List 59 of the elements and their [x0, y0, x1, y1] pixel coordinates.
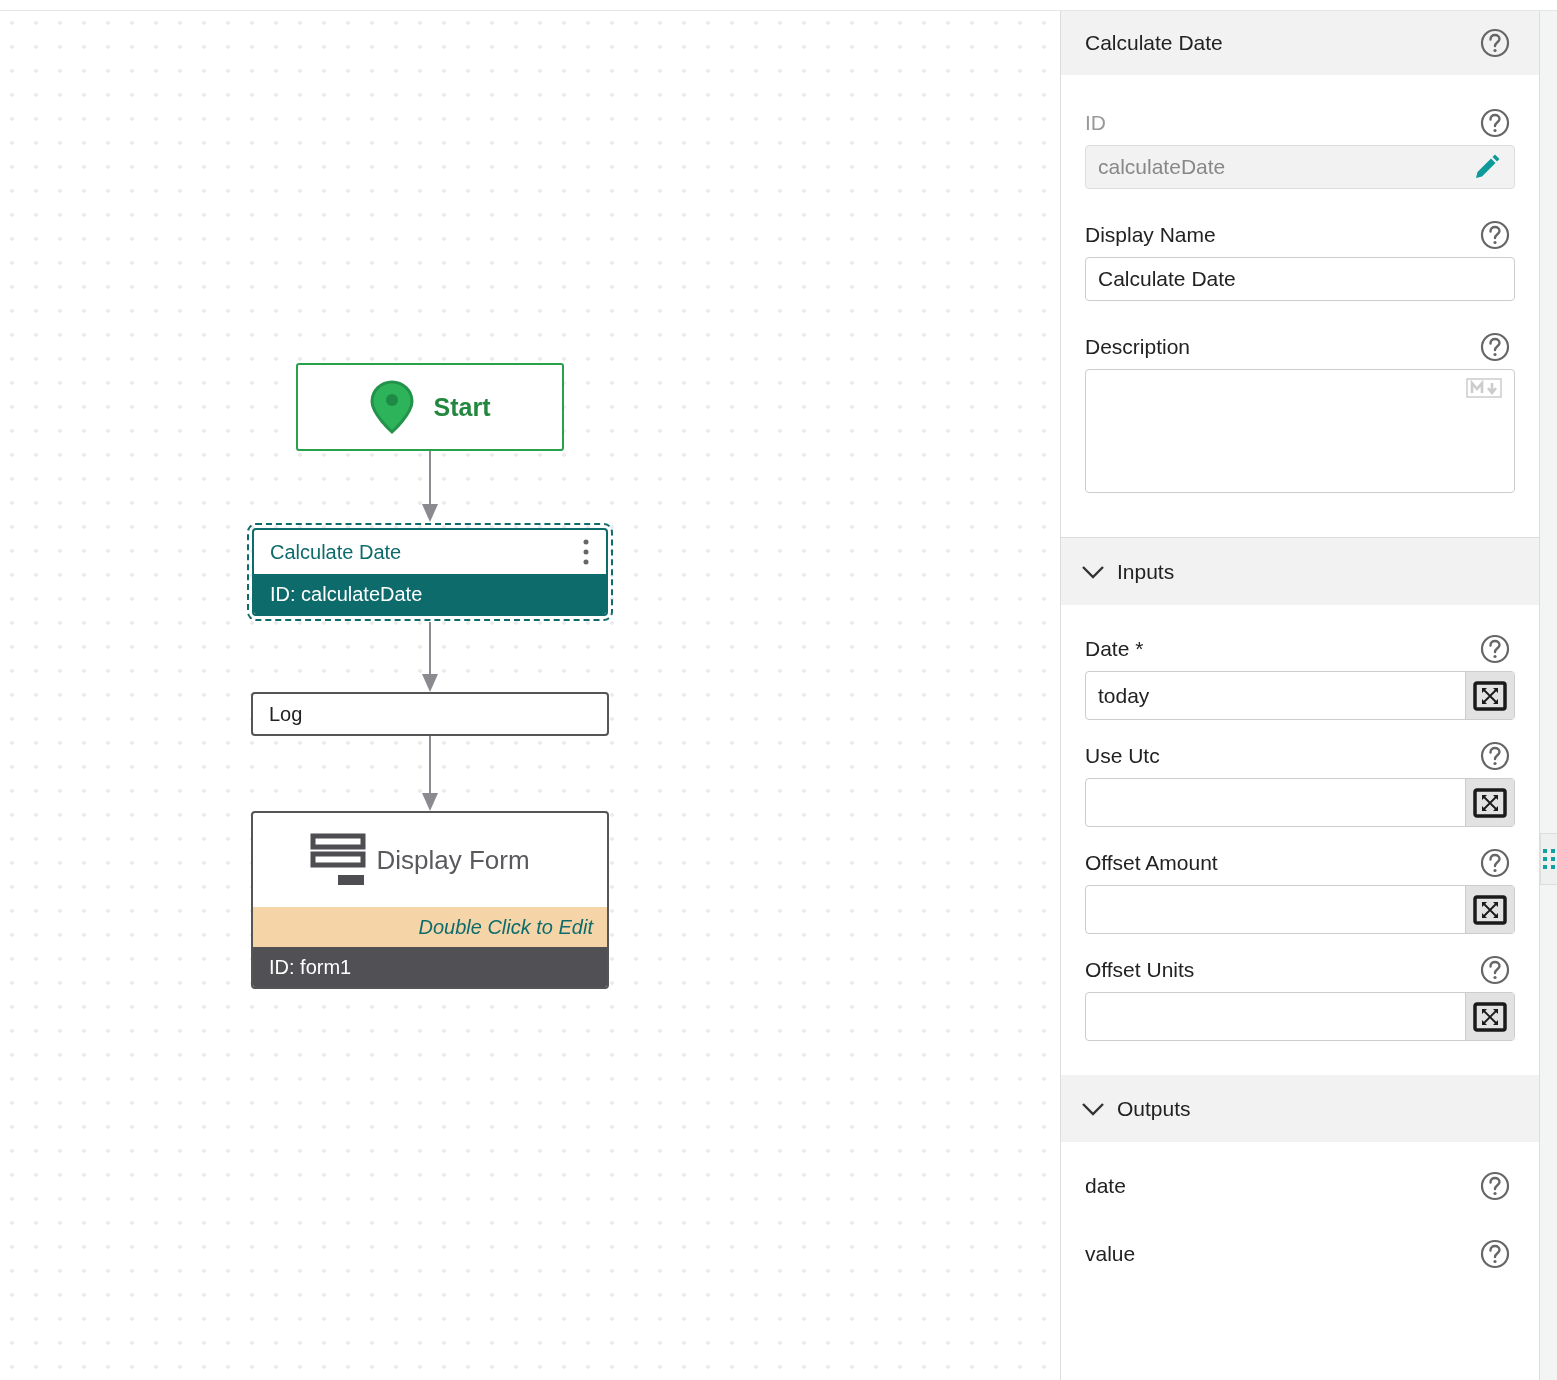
help-icon[interactable]: [1480, 220, 1510, 250]
field-label: Date *: [1085, 637, 1144, 661]
input-field[interactable]: [1085, 885, 1515, 934]
description-field[interactable]: [1085, 369, 1515, 493]
chevron-icon: [1081, 564, 1105, 579]
resize-handle[interactable]: [1540, 833, 1557, 885]
field-label: Offset Amount: [1085, 851, 1218, 875]
panel-title: Calculate Date: [1085, 31, 1223, 55]
help-icon[interactable]: [1480, 332, 1510, 362]
help-icon[interactable]: [1480, 1239, 1510, 1269]
field-label: Use Utc: [1085, 744, 1160, 768]
node-id: ID: calculateDate: [254, 574, 606, 614]
map-pin-icon: [369, 380, 414, 434]
node-title: Display Form: [376, 844, 530, 876]
node-title: Start: [433, 392, 491, 422]
help-icon[interactable]: [1480, 1171, 1510, 1201]
field-label: date: [1085, 1174, 1126, 1198]
section-header[interactable]: Inputs: [1061, 538, 1539, 605]
node-title: Calculate Date: [270, 540, 402, 564]
help-icon[interactable]: [1480, 28, 1510, 58]
field-label: value: [1085, 1242, 1136, 1266]
expand-icon: [1473, 787, 1507, 818]
help-icon[interactable]: [1480, 634, 1510, 664]
field-label: Offset Units: [1085, 958, 1195, 982]
field-value: today: [1098, 683, 1150, 708]
expand-icon: [1473, 680, 1507, 711]
expand-icon: [1473, 894, 1507, 925]
expand-button[interactable]: [1465, 886, 1514, 933]
expand-button[interactable]: [1465, 993, 1514, 1040]
connector-arrow: [420, 451, 440, 522]
activity-node[interactable]: Log: [251, 692, 609, 736]
node-title: Log: [269, 702, 303, 726]
edit-hint: Double Click to Edit: [253, 907, 607, 947]
pencil-icon[interactable]: [1474, 154, 1500, 180]
field-label: ID: [1085, 111, 1106, 135]
expand-icon: [1473, 1001, 1507, 1032]
field-label: Description: [1085, 335, 1191, 359]
start-node[interactable]: Start: [296, 363, 564, 451]
field-value: calculateDate: [1098, 155, 1226, 179]
kebab-menu-icon[interactable]: [582, 538, 590, 566]
help-icon[interactable]: [1480, 955, 1510, 985]
input-field[interactable]: [1085, 992, 1515, 1041]
input-field[interactable]: today: [1085, 671, 1515, 720]
form-icon: [310, 833, 367, 887]
form-node[interactable]: Display Form Double Click to Edit ID: form1: [251, 811, 609, 989]
help-icon[interactable]: [1480, 848, 1510, 878]
input-field[interactable]: [1085, 778, 1515, 827]
chevron-icon: [1081, 1101, 1105, 1116]
grip-icon: [1543, 849, 1555, 869]
expand-button[interactable]: [1465, 672, 1514, 719]
node-id: ID: form1: [253, 947, 607, 987]
connector-arrow: [420, 622, 440, 692]
expand-button[interactable]: [1465, 779, 1514, 826]
help-icon[interactable]: [1480, 741, 1510, 771]
field-label: Display Name: [1085, 223, 1216, 247]
section-header[interactable]: Outputs: [1061, 1075, 1539, 1142]
text-field[interactable]: Calculate Date: [1085, 257, 1515, 301]
help-icon[interactable]: [1480, 108, 1510, 138]
markdown-icon: [1466, 378, 1502, 398]
